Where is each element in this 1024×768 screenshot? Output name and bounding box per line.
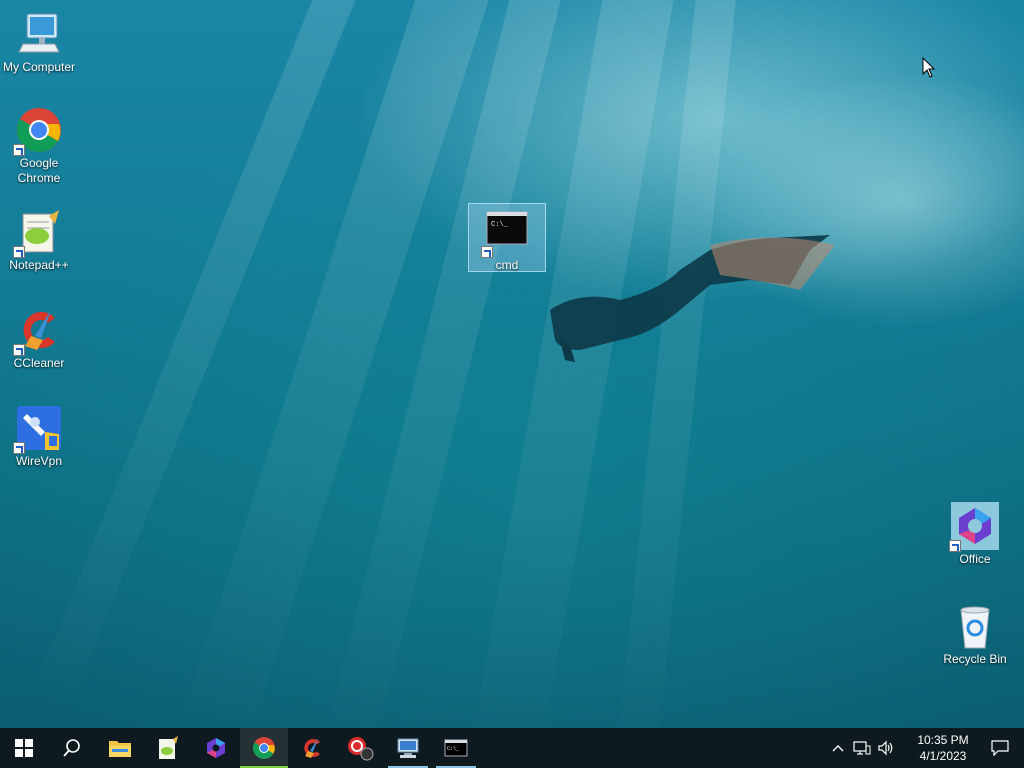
network-button[interactable] xyxy=(850,728,874,768)
office-icon xyxy=(207,738,225,758)
shortcut-arrow-icon xyxy=(13,246,25,258)
wirevpn-icon xyxy=(13,404,63,454)
folder-icon xyxy=(109,741,131,757)
chrome-icon xyxy=(253,737,275,759)
chrome-icon xyxy=(13,106,63,156)
shortcut-arrow-icon xyxy=(13,442,25,454)
show-hidden-icons-button[interactable] xyxy=(826,728,850,768)
taskbar-command-prompt[interactable]: C:\_ xyxy=(432,728,480,768)
desktop-icon-label: Recycle Bin xyxy=(943,652,1007,666)
desktop-icon-ccleaner[interactable]: CCleaner xyxy=(0,302,78,371)
system-tray: 10:35 PM 4/1/2023 xyxy=(826,728,1024,768)
desktop-icon-recycle-bin[interactable]: Recycle Bin xyxy=(936,598,1014,667)
network-icon xyxy=(853,741,871,755)
start-button[interactable] xyxy=(0,728,48,768)
command-prompt-icon: C:\_ xyxy=(444,739,468,757)
taskbar-notepad-plus-plus[interactable] xyxy=(144,728,192,768)
recycle-bin-icon xyxy=(951,602,999,650)
shortcut-arrow-icon xyxy=(481,246,493,258)
desktop-icon-office[interactable]: Office xyxy=(936,498,1014,567)
clock-time: 10:35 PM xyxy=(917,733,969,747)
svg-text:C:\_: C:\_ xyxy=(491,221,509,229)
desktop-wallpaper[interactable]: My Computer Google Chrome Notepad++ CCle… xyxy=(0,0,1024,728)
ccleaner-icon xyxy=(304,738,320,758)
taskbar-vpn-app[interactable] xyxy=(336,728,384,768)
desktop-icon-label: Google Chrome xyxy=(17,156,61,185)
desktop-icon-label: CCleaner xyxy=(13,356,65,370)
taskbar-remote-desktop[interactable] xyxy=(384,728,432,768)
desktop-icon-label: WireVpn xyxy=(15,454,62,468)
vpn-shield-icon xyxy=(348,737,374,761)
volume-button[interactable] xyxy=(874,728,898,768)
remote-desktop-icon xyxy=(397,738,419,758)
search-icon xyxy=(63,739,80,757)
desktop-icon-notepad-plus-plus[interactable]: Notepad++ xyxy=(0,204,78,273)
shortcut-arrow-icon xyxy=(13,144,25,156)
taskbar: C:\_ 10:35 PM 4/1/2023 xyxy=(0,728,1024,768)
notepad-plus-plus-icon xyxy=(159,736,178,759)
computer-icon xyxy=(15,10,63,58)
desktop-icon-google-chrome[interactable]: Google Chrome xyxy=(0,102,78,186)
ccleaner-icon xyxy=(13,306,63,356)
desktop-icon-my-computer[interactable]: My Computer xyxy=(0,6,78,75)
taskbar-office[interactable] xyxy=(192,728,240,768)
action-center-button[interactable] xyxy=(976,728,1024,768)
notification-icon xyxy=(991,740,1009,756)
desktop-icon-label: cmd xyxy=(495,258,519,272)
taskbar-file-explorer[interactable] xyxy=(96,728,144,768)
mouse-cursor-icon xyxy=(922,57,936,78)
search-button[interactable] xyxy=(48,728,96,768)
desktop-icon-label: Notepad++ xyxy=(9,258,69,272)
speaker-icon xyxy=(878,740,893,756)
taskbar-clock[interactable]: 10:35 PM 4/1/2023 xyxy=(910,732,976,764)
shortcut-arrow-icon xyxy=(13,344,25,356)
desktop-icon-cmd[interactable]: C:\_ cmd xyxy=(468,203,546,272)
svg-text:C:\_: C:\_ xyxy=(447,746,460,752)
clock-date: 4/1/2023 xyxy=(919,749,967,763)
desktop-icon-wirevpn[interactable]: WireVpn xyxy=(0,400,78,469)
taskbar-google-chrome[interactable] xyxy=(240,728,288,768)
taskbar-ccleaner[interactable] xyxy=(288,728,336,768)
notepad-plus-plus-icon xyxy=(13,208,63,258)
shortcut-arrow-icon xyxy=(949,540,961,552)
desktop-icon-label: Office xyxy=(959,552,991,566)
office-icon xyxy=(949,502,999,552)
command-prompt-icon: C:\_ xyxy=(481,208,531,258)
windows-logo-icon xyxy=(15,739,33,757)
desktop-icon-label: My Computer xyxy=(2,60,76,74)
diver-silhouette xyxy=(550,235,835,362)
chevron-up-icon xyxy=(832,745,844,752)
